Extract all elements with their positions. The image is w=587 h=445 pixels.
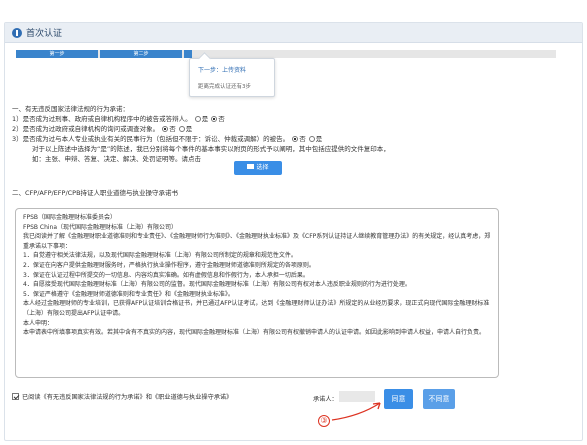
q1-no-radio[interactable] [211,116,218,122]
q2-yes-radio[interactable] [178,126,185,132]
pledge-line: 本人申明： [23,319,54,327]
annotation-arrow [331,402,381,421]
q3-no-radio[interactable] [292,136,299,142]
pledge-line: FPSB China（现代国际金融理财标准（上海）有限公司） [23,223,178,231]
pledge-line: 本人经过金融理财师的专业培训，已获得AFP认证培训合格证书，并已通过AFP认证考… [23,300,490,317]
pledge-textbox[interactable]: FPSB（国际金融理财标准委员会） FPSB China（现代国际金融理财标准（… [15,208,499,378]
disagree-button[interactable]: 不同意 [423,389,455,409]
folder-icon [247,164,255,169]
question-3-detail-2: 如：主张、申辩、答复、决定、解决、处罚证明等。请点击 [32,155,201,163]
agree-text: 已阅读《有无违反国家法律法规的行为承诺》和《职业道德与执业操守承诺》 [22,394,233,401]
panel-title: 首次认证 [26,29,63,39]
tooltip-next: 下一步：上传资料 [198,67,247,74]
question-2: 2）是否成为过政府或自律机构的询问或调查对象。 否 是 [12,125,193,133]
question-3: 3）是否成为过与本人专业或执业有关的民事行为（包括但不限于：诉讼、仲裁或调解）的… [12,135,323,143]
step-3-marker [184,50,192,58]
step-1: 第一步 [16,50,98,58]
agree-checkbox[interactable] [12,393,19,400]
pledge-line: 3．保证在认证过程中所提交的一切信息、内容均真实准确。如有虚假信息和作假行为，本… [23,271,309,279]
agree-row: 已阅读《有无违反国家法律法规的行为承诺》和《职业道德与执业操守承诺》 [12,392,232,401]
next-step-tooltip: 下一步：上传资料 距离完成认证还有3步 [189,58,275,97]
pledge-line: 5．保证严格遵守《金融理财师道德准则和专业责任》和《金融理财执业标准》。 [23,290,234,298]
section-1: 一、有无违反国家法律法规的行为承诺： 1）是否成为过刑事、政府或自律机构程序中的… [12,104,390,164]
pledge-line: 1．自觉遵守相关法律法规，以及现代国际金融理财标准（上海）有限公司所制定的规章和… [23,252,297,260]
panel-header: 首次认证 [5,23,582,43]
q1-yes-radio[interactable] [194,116,201,122]
annotation-marker: ③ [318,415,330,427]
section-1-title: 一、有无违反国家法律法规的行为承诺： [12,105,129,113]
question-3-detail: 对于以上陈述中选择为“是”的陈述，我已分别将每个事件的基本事实以附页的形式予以阐… [32,145,390,153]
info-icon [12,28,22,38]
tooltip-remaining: 距离完成认证还有3步 [198,84,251,90]
page: 首次认证 第一步 第二步 下一步：上传资料 距离完成认证还有3步 一、有无违反国… [0,0,587,445]
q3-yes-radio[interactable] [308,136,315,142]
question-1: 1）是否成为过刑事、政府或自律机构程序中的被告或答辩人。 是 否 [12,115,225,123]
step-2: 第二步 [100,50,182,58]
progress-steps: 第一步 第二步 [16,50,556,58]
pledge-line: 本申请表中所填事项真实有效。若其中含有不真实的内容，现代国际金融理财标准（上海）… [23,329,486,337]
upload-button[interactable]: 选择 [234,161,282,175]
pledge-line: FPSB（国际金融理财标准委员会） [23,214,116,221]
section-2-title: 二、CFP/AFP/EFP/CPB持证人职业道德与执业操守承诺书 [12,189,179,197]
q2-no-radio[interactable] [162,126,169,132]
pledge-line: 2．保证在向客户提供金融理财服务时，严格执行执业操作程序，遵守金融理财师道德准则… [23,261,315,269]
pledge-line: 我已阅读并了解《金融理财职业道德准则和专业责任》、《金融理财师行为准则》、《金融… [23,233,491,250]
pledge-line: 4．自愿接受现代国际金融理财标准（上海）有限公司的监督。现代国际金融理财标准（上… [23,281,411,289]
